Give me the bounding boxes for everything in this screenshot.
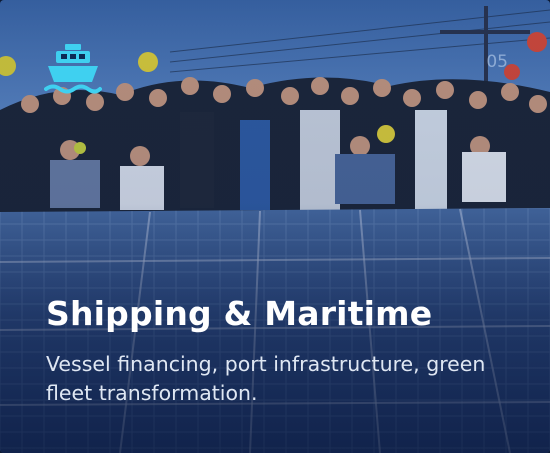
card-description: Vessel financing, port infrastructure, g… bbox=[46, 352, 486, 405]
card-title: Shipping & Maritime bbox=[46, 294, 433, 333]
ship-icon bbox=[44, 44, 102, 94]
card-number: 05 bbox=[486, 52, 508, 72]
sector-card[interactable]: 05 Shipping & Maritime Vessel financing,… bbox=[0, 0, 550, 453]
